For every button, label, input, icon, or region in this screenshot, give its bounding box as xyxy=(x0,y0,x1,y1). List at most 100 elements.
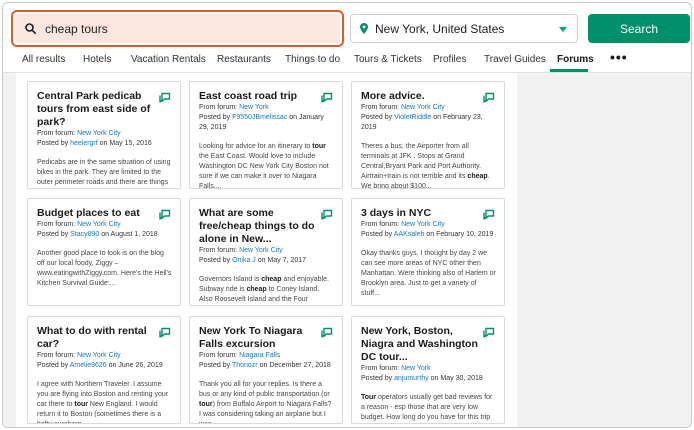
author-link[interactable]: heelergrf xyxy=(70,140,98,147)
chat-bubble-icon xyxy=(483,207,495,225)
posted-by-label: Posted by xyxy=(37,140,71,147)
forum-link[interactable]: Niagara Falls xyxy=(239,352,280,359)
chat-bubble-icon xyxy=(483,90,495,108)
posted-by-label: Posted by xyxy=(199,114,233,121)
post-excerpt: Theres a bus, the Airporter from all ter… xyxy=(361,142,496,188)
chevron-down-icon[interactable] xyxy=(559,27,567,32)
tab-restaurants[interactable]: Restaurants xyxy=(217,54,271,65)
post-excerpt: I agree with Northern Traveler. I assume… xyxy=(37,380,172,423)
author-link[interactable]: Stacy890 xyxy=(70,231,99,238)
tab-vacation-rentals[interactable]: Vacation Rentals xyxy=(131,54,206,65)
search-query[interactable]: cheap tours xyxy=(45,22,108,36)
posted-by-label: Posted by xyxy=(361,114,395,121)
forum-post-card[interactable]: More advice. From forum: New York City Pos… xyxy=(351,81,505,189)
from-forum-label: From forum: xyxy=(199,247,240,254)
excerpt-highlight: tour xyxy=(199,401,213,408)
post-excerpt: Tour operators usually get bad reviews f… xyxy=(361,393,496,423)
post-date: on December 27, 2018 xyxy=(257,362,331,369)
author-link[interactable]: VioletRiddle xyxy=(394,114,431,121)
post-excerpt: Looking for advice for an itinerary to t… xyxy=(199,142,334,189)
post-excerpt: Thank you all for your replies. Is there… xyxy=(199,380,334,423)
chat-bubble-icon xyxy=(159,207,171,225)
posted-by-label: Posted by xyxy=(361,375,395,382)
forum-post-card[interactable]: 3 days in NYC From forum: New York City Po… xyxy=(351,198,505,306)
from-forum-label: From forum: xyxy=(199,352,240,359)
forum-link[interactable]: New York City xyxy=(77,221,121,228)
forum-post-card[interactable]: Central Park pedicab tours from east sid… xyxy=(27,81,181,189)
forum-link[interactable]: New York xyxy=(401,365,431,372)
forum-link[interactable]: New York City xyxy=(239,247,283,254)
forum-post-card[interactable]: What are some free/cheap things to do al… xyxy=(189,198,343,306)
post-title[interactable]: 3 days in NYC xyxy=(361,207,496,220)
posted-by-label: Posted by xyxy=(37,231,71,238)
results-column: Central Park pedicab tours from east sid… xyxy=(16,73,517,427)
excerpt-text: Another good place to look is on the blo… xyxy=(37,250,172,287)
posted-by-label: Posted by xyxy=(361,231,394,238)
post-title[interactable]: What are some free/cheap things to do al… xyxy=(199,207,334,246)
forum-link[interactable]: New York City xyxy=(401,221,445,228)
excerpt-text: Pedicabs are in the same situation of us… xyxy=(37,159,171,186)
post-title[interactable]: Budget places to eat xyxy=(37,207,172,220)
forum-post-card[interactable]: East coast road trip From forum: New York… xyxy=(189,81,343,189)
author-link[interactable]: Thonozr xyxy=(232,362,258,369)
search-icon xyxy=(25,23,36,34)
tab-hotels[interactable]: Hotels xyxy=(83,54,111,65)
more-icon[interactable]: ••• xyxy=(610,49,628,65)
forum-link[interactable]: New York City xyxy=(77,130,121,137)
forum-link[interactable]: New York City xyxy=(77,352,121,359)
post-excerpt: Pedicabs are in the same situation of us… xyxy=(37,158,172,188)
post-title[interactable]: Central Park pedicab tours from east sid… xyxy=(37,90,172,129)
forum-post-card[interactable]: Budget places to eat From forum: New York… xyxy=(27,198,181,306)
excerpt-text: operators usually get bad reviews for a … xyxy=(361,394,493,421)
excerpt-text: Governors Island is xyxy=(199,276,262,283)
post-author: Posted by anjumurthy on May 30, 2018 xyxy=(361,374,496,384)
forum-post-card[interactable]: What to do with rental car? From forum: N… xyxy=(27,316,181,424)
tab-forums[interactable]: Forums xyxy=(557,54,594,65)
forum-post-card[interactable]: New York To Niagara Falls excursion From … xyxy=(189,316,343,424)
excerpt-text: the East Coast. Would love to include Wa… xyxy=(199,153,329,189)
author-link[interactable]: F9550JBmelissac xyxy=(232,114,287,121)
chat-bubble-icon xyxy=(321,207,333,225)
post-author: Posted by Thonozr on December 27, 2018 xyxy=(199,361,334,371)
forum-post-card[interactable]: New York, Boston, Niagra and Washington … xyxy=(351,316,505,424)
post-title[interactable]: East coast road trip xyxy=(199,90,334,103)
post-author: Posted by F9550JBmelissac on January 29,… xyxy=(199,113,334,133)
location-select[interactable]: New York, United States xyxy=(350,14,578,43)
search-input[interactable]: cheap tours xyxy=(15,14,340,43)
excerpt-highlight: cheap xyxy=(261,276,282,283)
excerpt-highlight: tour xyxy=(74,401,88,408)
post-title[interactable]: More advice. xyxy=(361,90,496,103)
from-forum-label: From forum: xyxy=(361,365,402,372)
search-box[interactable]: cheap tours xyxy=(11,10,344,47)
excerpt-text: Theres a bus, the Airporter from all ter… xyxy=(361,143,482,180)
author-link[interactable]: Amelie9626 xyxy=(70,362,107,369)
chat-bubble-icon xyxy=(159,325,171,343)
excerpt-highlight: cheap xyxy=(467,173,488,180)
forum-link[interactable]: New York xyxy=(239,104,269,111)
from-forum-label: From forum: xyxy=(361,221,402,228)
tab-profiles[interactable]: Profiles xyxy=(433,54,466,65)
excerpt-text: Thank you all for your replies. Is there… xyxy=(199,381,330,398)
forum-link[interactable]: New York City xyxy=(401,104,445,111)
author-link[interactable]: AAKsaleh xyxy=(394,231,425,238)
search-button[interactable]: Search xyxy=(588,14,690,43)
post-title[interactable]: New York To Niagara Falls excursion xyxy=(199,325,334,351)
post-forum: From forum: New York xyxy=(361,364,496,374)
tab-tours-tickets[interactable]: Tours & Tickets xyxy=(354,54,422,65)
post-title[interactable]: What to do with rental car? xyxy=(37,325,172,351)
excerpt-text: ) from Buffalo Airport to Niagara Falls?… xyxy=(199,401,332,423)
tab-things-to-do[interactable]: Things to do xyxy=(285,54,340,65)
post-excerpt: Governors Island is cheap and enjoyable.… xyxy=(199,275,334,305)
post-date: on May 15, 2016 xyxy=(97,140,152,147)
post-author: Posted by Stacy890 on August 1, 2018 xyxy=(37,230,172,240)
post-title[interactable]: New York, Boston, Niagra and Washington … xyxy=(361,325,496,364)
author-link[interactable]: anjumurthy xyxy=(394,375,429,382)
tab-travel-guides[interactable]: Travel Guides xyxy=(484,54,546,65)
post-forum: From forum: New York City xyxy=(37,129,172,139)
from-forum-label: From forum: xyxy=(361,104,402,111)
tab-all-results[interactable]: All results xyxy=(22,54,65,65)
author-link[interactable]: Onika J xyxy=(232,257,256,264)
posted-by-label: Posted by xyxy=(37,362,70,369)
browser-frame: cheap tours New York, United States Sear… xyxy=(2,2,692,428)
posted-by-label: Posted by xyxy=(199,257,233,264)
